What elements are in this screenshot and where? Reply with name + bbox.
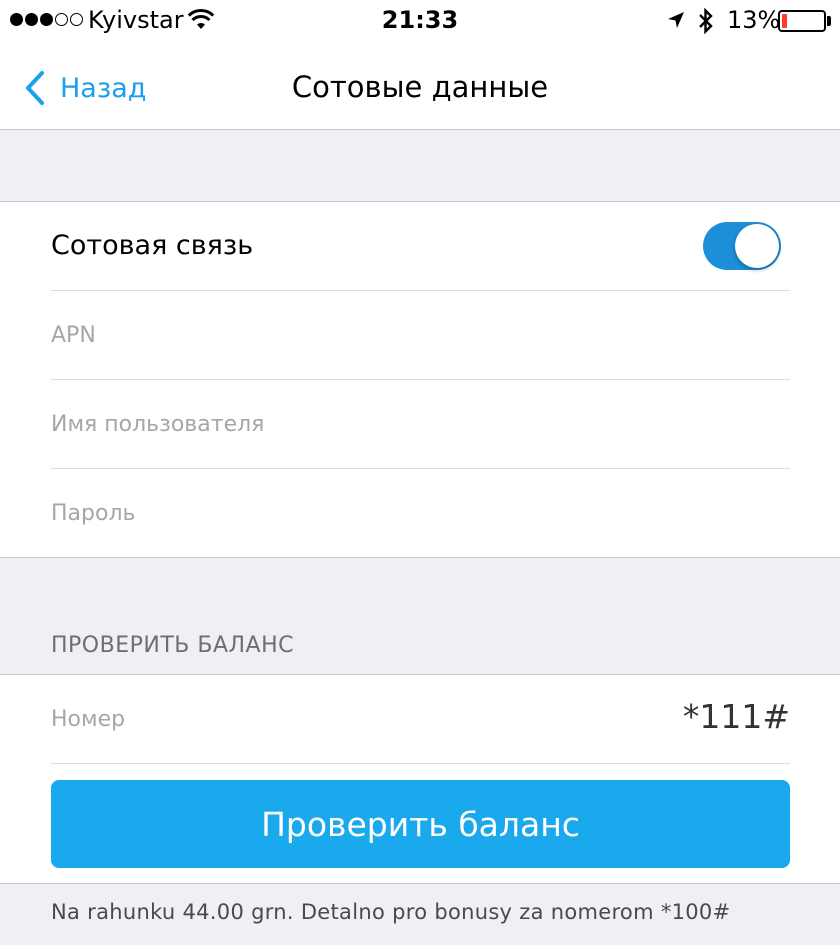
cellular-toggle-row: Сотовая связь <box>51 202 790 291</box>
number-value: *111# <box>682 697 790 736</box>
cellular-settings-group: Сотовая связь <box>0 201 840 558</box>
apn-row <box>51 291 790 380</box>
password-field[interactable] <box>51 501 790 526</box>
number-label[interactable] <box>51 707 790 732</box>
cellular-toggle-label: Сотовая связь <box>51 230 254 261</box>
apn-field[interactable] <box>51 323 790 348</box>
battery-level <box>782 14 788 28</box>
battery-percent: 13% <box>727 6 781 34</box>
section-header: ПРОВЕРИТЬ БАЛАНС <box>51 633 295 658</box>
bluetooth-icon <box>699 7 713 35</box>
cellular-toggle[interactable] <box>703 222 781 270</box>
divider <box>51 763 790 764</box>
location-arrow-icon <box>668 12 684 28</box>
password-row <box>51 469 790 558</box>
check-balance-button[interactable]: Проверить баланс <box>51 780 790 868</box>
username-field[interactable] <box>51 412 790 437</box>
navigation-bar: Назад Сотовые данные <box>0 42 840 130</box>
number-row: *111# <box>51 675 790 764</box>
status-bar: Kyivstar 21:33 13% <box>0 0 840 42</box>
battery-cap <box>827 16 831 26</box>
battery-icon <box>778 10 826 32</box>
balance-result-text: Na rahunku 44.00 grn. Detalno pro bonusy… <box>51 900 731 924</box>
page-title: Сотовые данные <box>291 70 549 104</box>
username-row <box>51 380 790 469</box>
toggle-knob <box>735 224 779 268</box>
